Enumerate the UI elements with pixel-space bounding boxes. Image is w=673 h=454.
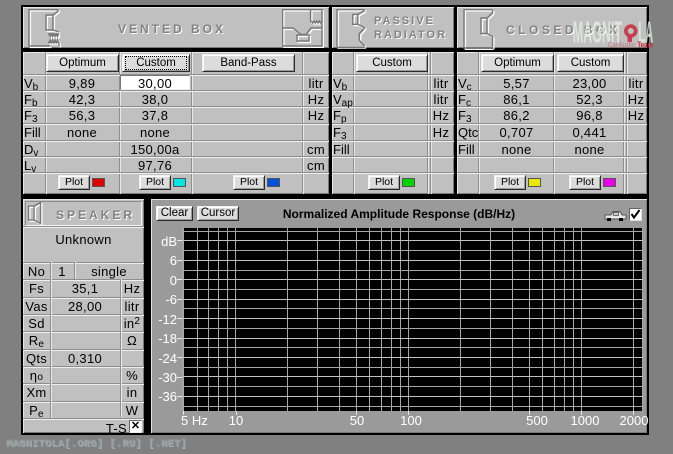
svg-text:CarAudio Team: CarAudio Team [608, 41, 653, 50]
